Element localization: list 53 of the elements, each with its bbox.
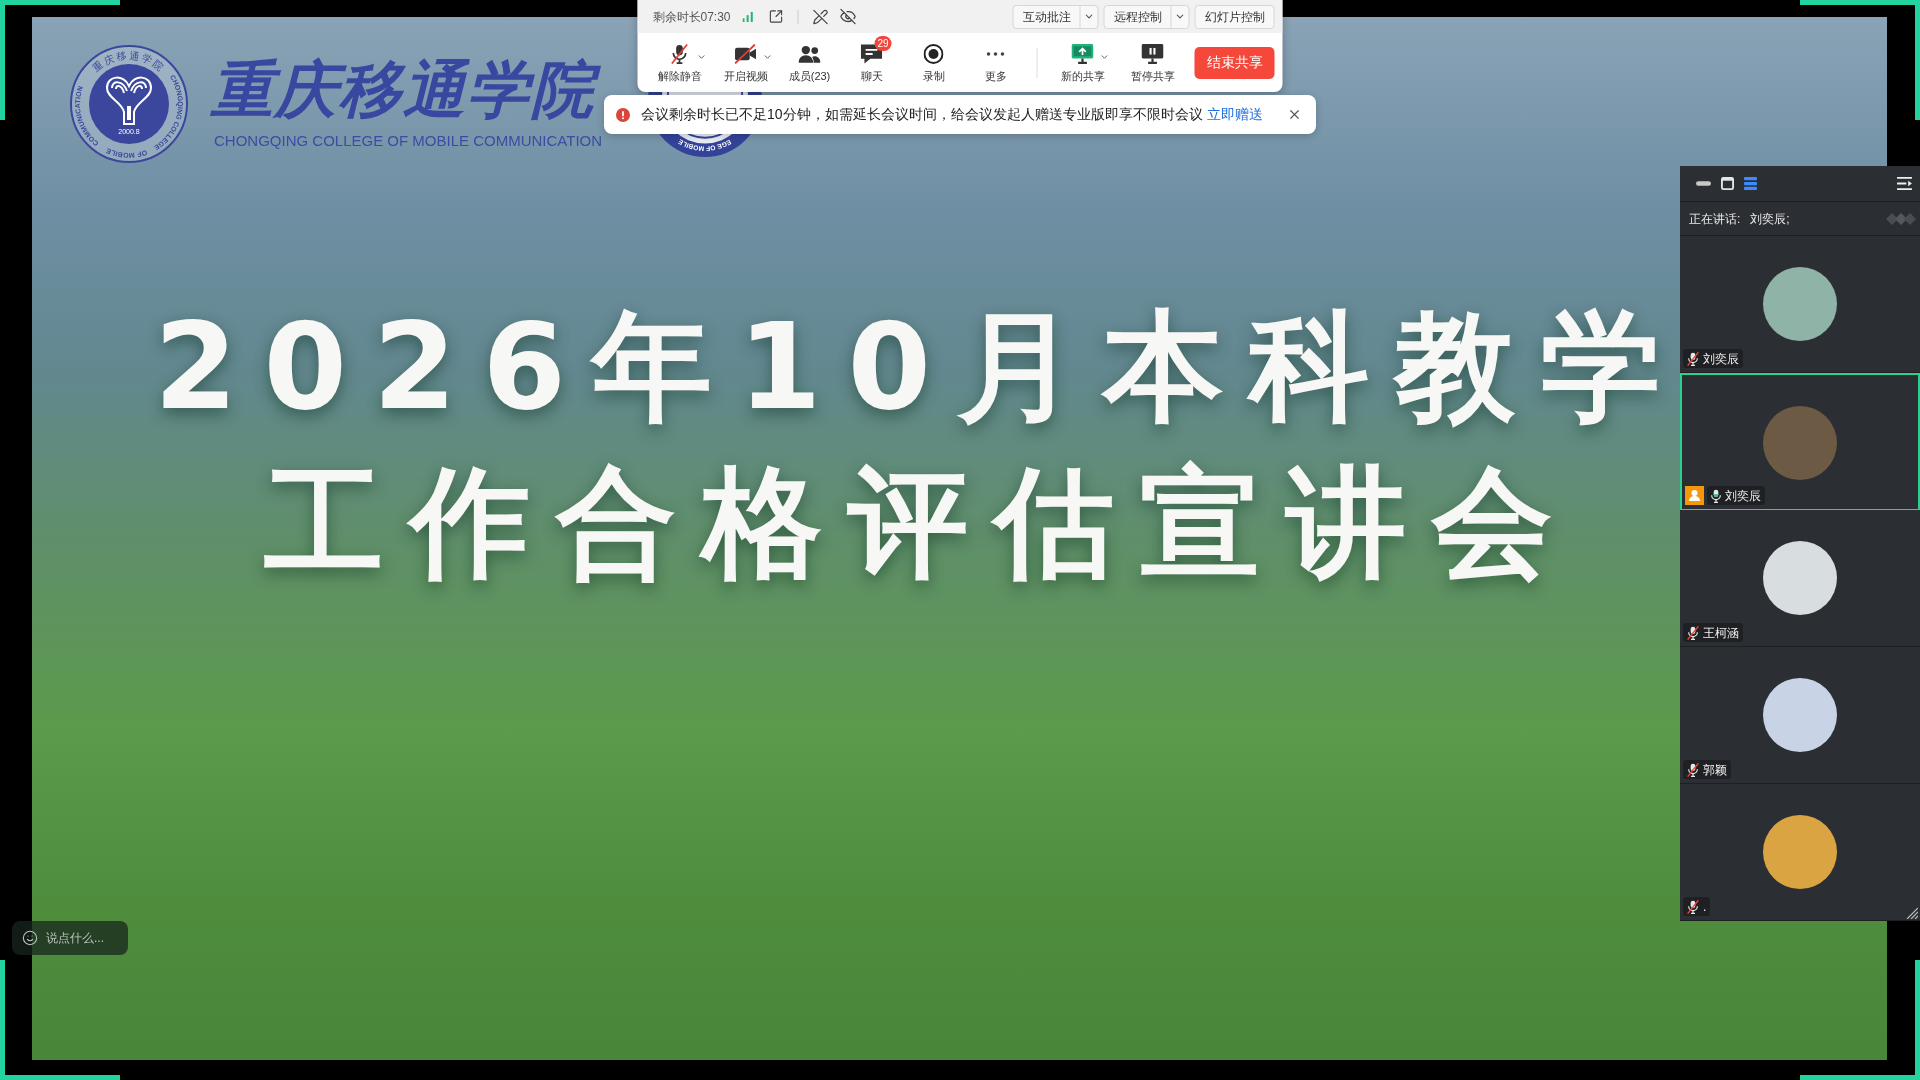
close-icon[interactable]: [1287, 107, 1302, 122]
remaining-time: 剩余时长07:30: [652, 8, 731, 26]
eye-off-icon[interactable]: [839, 8, 857, 25]
toolbar-top-button[interactable]: 互动批注: [1012, 4, 1099, 29]
seal-top-text: 重庆移通学院: [90, 49, 168, 74]
slide-title: 工作合格评估宣讲会: [263, 452, 1578, 594]
chat-input-field[interactable]: 说点什么...: [12, 921, 128, 955]
participant-tile[interactable]: 王柯涵: [1680, 510, 1920, 647]
participant-name: 王柯涵: [1703, 625, 1739, 640]
more-icon: [986, 51, 1005, 56]
participant-tile[interactable]: 刘奕辰: [1680, 236, 1920, 373]
list-view-icon[interactable]: [1744, 177, 1757, 190]
screen-pause-icon: [1141, 43, 1164, 64]
toolbar-action-button[interactable]: 成员(23): [778, 37, 841, 88]
toolbar-action-button[interactable]: 解除静音: [646, 37, 713, 88]
gift-now-link[interactable]: 立即赠送: [1206, 104, 1263, 125]
participant-name: 郭颖: [1703, 762, 1727, 777]
toolbar-action-button[interactable]: 新的共享: [1049, 37, 1116, 88]
resize-grip-icon[interactable]: [1906, 907, 1918, 919]
participant-tile[interactable]: 郭颖: [1680, 647, 1920, 784]
app-logo-icon: [1886, 210, 1916, 227]
emblem-drawing: [106, 76, 152, 125]
toolbar-action-button[interactable]: 29 聊天: [840, 37, 903, 88]
participant-name: 刘奕辰: [1725, 488, 1761, 503]
toolbar-top-button[interactable]: 远程控制: [1103, 4, 1190, 29]
minimize-icon[interactable]: [1696, 181, 1711, 186]
toolbar-action-button[interactable]: 更多: [964, 37, 1027, 88]
pen-off-icon[interactable]: [812, 8, 829, 25]
toolbar-top-button[interactable]: 幻灯片控制: [1194, 4, 1275, 29]
window-icon[interactable]: [1721, 177, 1734, 190]
participant-name: 刘奕辰: [1703, 351, 1739, 366]
signal-icon: [742, 11, 754, 22]
camera-off-icon: [734, 43, 757, 64]
participant-tile[interactable]: 刘奕辰: [1680, 373, 1920, 510]
unread-count-badge: 29: [874, 35, 892, 51]
toolbar-action-button[interactable]: 开启视频: [712, 37, 779, 88]
end-share-button[interactable]: 结束共享: [1194, 46, 1275, 79]
record-icon: [923, 43, 944, 64]
participant-name: .: [1703, 899, 1707, 914]
college-name: 重庆移通学院: [211, 50, 611, 130]
collapse-panel-icon[interactable]: [1897, 177, 1912, 190]
speaking-names: 刘奕辰;: [1750, 210, 1790, 228]
notice-message: 会议剩余时长已不足10分钟，如需延长会议时间，给会议发起人赠送专业版即享不限时会议: [641, 105, 1203, 124]
toolbar-action-button[interactable]: 录制: [902, 37, 965, 88]
screen-share-icon: [1071, 43, 1094, 64]
emoji-icon[interactable]: [22, 930, 38, 946]
error-icon: [616, 107, 630, 122]
toolbar-action-button[interactable]: 暂停共享: [1121, 37, 1184, 88]
open-external-icon[interactable]: [768, 9, 784, 24]
people-icon: [798, 43, 821, 64]
participant-tile[interactable]: .: [1680, 784, 1920, 921]
speaking-label: 正在讲话:: [1689, 210, 1741, 228]
college-name-english: CHONGQING COLLEGE OF MOBILE COMMUNICATION: [214, 132, 604, 150]
